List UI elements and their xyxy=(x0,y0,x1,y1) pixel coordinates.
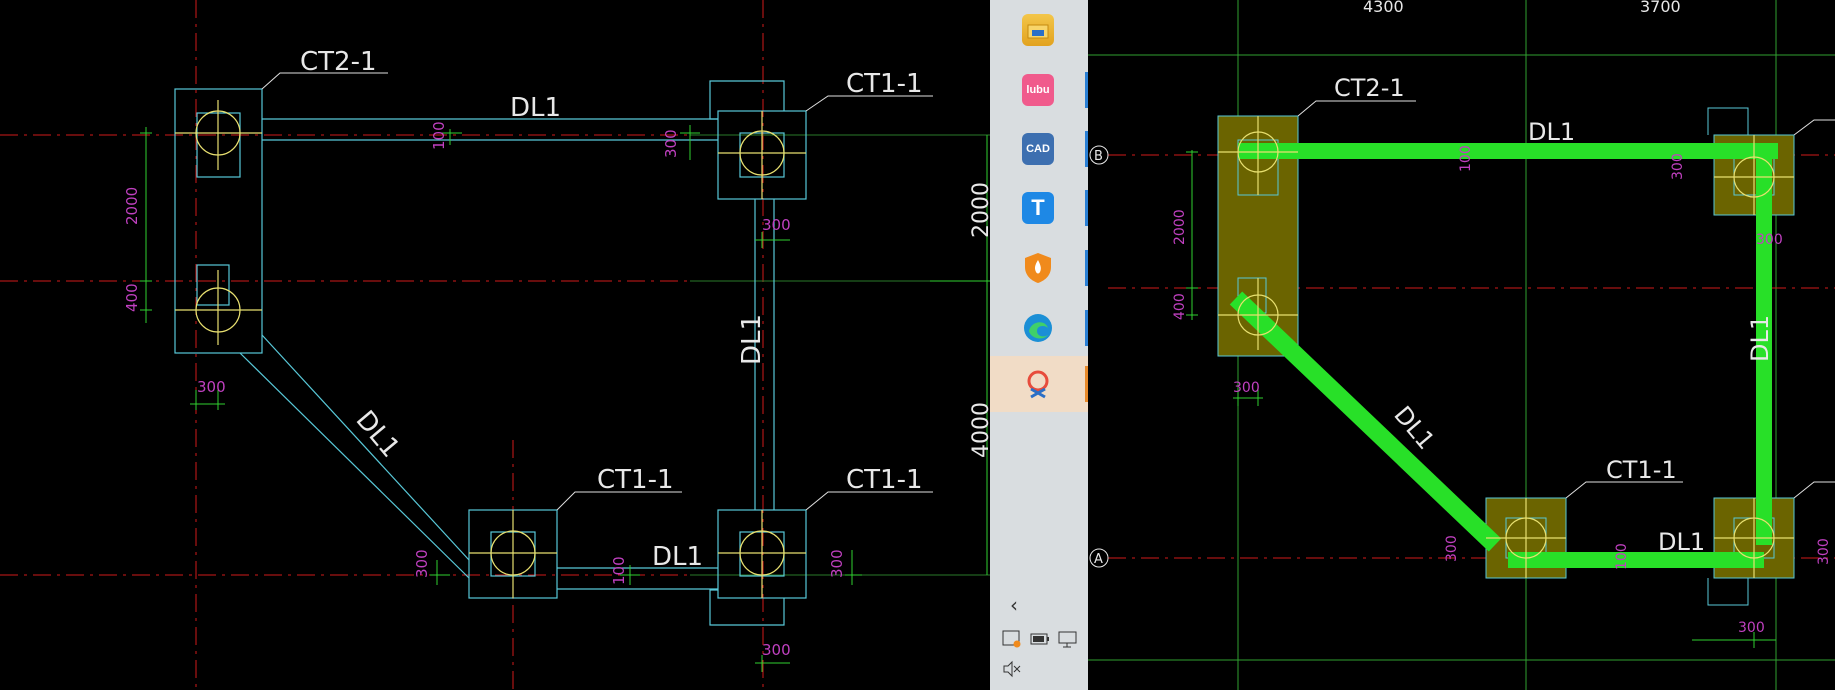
label-ct1-1: CT1-1 xyxy=(1606,456,1677,484)
network-icon[interactable] xyxy=(1058,630,1078,648)
dim-4000: 4000 xyxy=(969,402,990,458)
cad-app-icon: CAD xyxy=(1022,133,1054,165)
label-dl1: DL1 xyxy=(350,405,406,463)
left-cad-drawing[interactable]: CT2-1 CT1-1 CT1-1 CT1-1 DL1 DL1 DL1 DL1 … xyxy=(0,0,990,690)
taskbar-item-screenshot-tool[interactable] xyxy=(990,356,1088,412)
dim-100: 100 xyxy=(430,121,448,150)
label-dl1: DL1 xyxy=(1658,528,1705,556)
dim-300: 300 xyxy=(1738,620,1765,636)
dim-3700: 3700 xyxy=(1640,0,1681,16)
dl1-beam-diag-edge xyxy=(261,334,470,561)
ct1-1-cap-top-right[interactable] xyxy=(709,80,807,200)
svg-text:B: B xyxy=(1094,149,1103,164)
label-ct2-1: CT2-1 xyxy=(300,47,377,77)
sync-status-icon[interactable] xyxy=(1002,630,1022,648)
file-explorer-icon xyxy=(1022,14,1054,46)
windows-taskbar: lubu CAD T ‹ xyxy=(990,0,1088,690)
dim-300: 300 xyxy=(1756,232,1783,248)
dim-300: 300 xyxy=(762,641,791,659)
dim-300: 300 xyxy=(413,549,431,578)
dim-100: 100 xyxy=(610,556,628,585)
axis-bubble-b: B xyxy=(1089,145,1109,165)
label-ct1-1: CT1-1 xyxy=(597,465,674,495)
label-dl1: DL1 xyxy=(1528,118,1575,146)
dl1-beam-diag[interactable] xyxy=(1229,291,1502,552)
label-dl1: DL1 xyxy=(1746,315,1774,362)
dim-300: 300 xyxy=(762,216,791,234)
taskbar-item-security[interactable] xyxy=(990,240,1088,296)
dim-300: 300 xyxy=(1816,538,1832,565)
dl1-beam-diag-edge xyxy=(239,352,470,579)
label-ct1-1: CT1-1 xyxy=(846,465,923,495)
dim-2000: 2000 xyxy=(1172,209,1188,245)
taskbar-item-ladybug[interactable]: lubu xyxy=(990,62,1088,118)
mute-speaker-icon[interactable] xyxy=(1002,660,1022,678)
ct1-1-cap-bottom-right[interactable] xyxy=(709,509,807,626)
label-dl1: DL1 xyxy=(737,314,767,365)
label-ct2-1: CT2-1 xyxy=(1334,74,1405,102)
security-shield-icon xyxy=(1022,252,1054,284)
svg-text:A: A xyxy=(1094,552,1103,567)
taskbar-item-file-explorer[interactable] xyxy=(990,2,1088,58)
taskbar-item-edge[interactable] xyxy=(990,300,1088,356)
dim-300: 300 xyxy=(1233,380,1260,396)
dim-400: 400 xyxy=(123,283,141,312)
dim-2000: 2000 xyxy=(969,182,990,238)
axis-bubble-a: A xyxy=(1089,548,1109,568)
dim-300: 300 xyxy=(1444,535,1460,562)
show-hidden-icons-chevron[interactable]: ‹ xyxy=(1004,595,1024,615)
taskbar-item-cad[interactable]: CAD xyxy=(990,121,1088,177)
dim-100: 100 xyxy=(1458,145,1474,172)
edge-browser-icon xyxy=(1022,312,1054,344)
dim-2000: 2000 xyxy=(123,187,141,225)
label-ct1-1: CT1-1 xyxy=(846,69,923,99)
label-dl1: DL1 xyxy=(652,542,703,572)
battery-icon[interactable] xyxy=(1030,630,1050,648)
dim-400: 400 xyxy=(1172,293,1188,320)
text-editor-icon: T xyxy=(1022,192,1054,224)
dim-300: 300 xyxy=(1670,153,1686,180)
dim-300: 300 xyxy=(197,378,226,396)
taskbar-item-text-editor[interactable]: T xyxy=(990,180,1088,236)
dim-4300: 4300 xyxy=(1363,0,1404,16)
ladybug-app-icon: lubu xyxy=(1022,74,1054,106)
dim-100: 100 xyxy=(1614,543,1630,570)
label-dl1: DL1 xyxy=(510,93,561,123)
right-cad-drawing[interactable]: B A 4300 3700 CT2-1 CT1-1 DL1 DL1 DL1 DL… xyxy=(1088,0,1835,690)
dim-300: 300 xyxy=(828,549,846,578)
dim-300: 300 xyxy=(662,129,680,158)
screenshot-tool-icon xyxy=(1022,368,1054,400)
